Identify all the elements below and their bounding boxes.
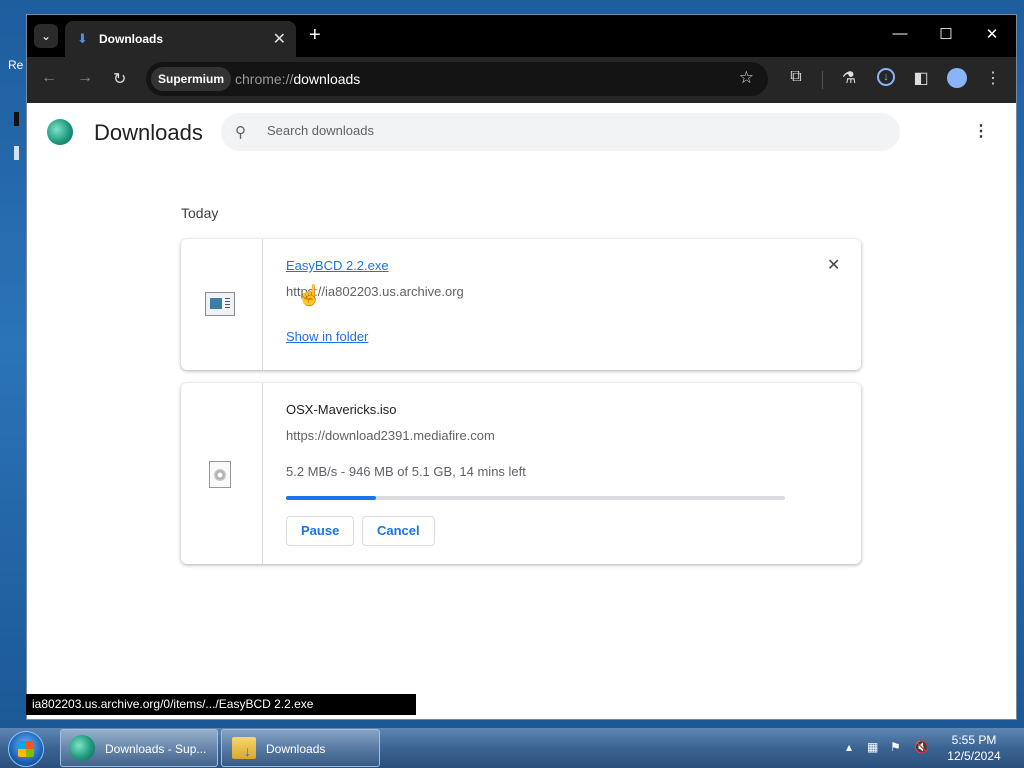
network-icon[interactable]: ▦ <box>867 740 878 754</box>
taskbar-item-label: Downloads <box>266 742 326 756</box>
toolbar-divider <box>822 71 823 89</box>
exe-file-icon <box>205 292 235 316</box>
taskbar-item-folder[interactable]: Downloads <box>221 729 380 767</box>
close-window-button[interactable]: ✕ <box>977 25 1007 43</box>
progress-bar <box>286 496 785 500</box>
file-icon-area <box>181 383 263 564</box>
taskbar-item-browser[interactable]: Downloads - Sup... <box>60 729 218 767</box>
extensions-icon[interactable]: ⧉ <box>785 68 807 86</box>
browser-window: ⌄ ⬇ Downloads ✕ + — ☐ ✕ ← → ↻ Supermium … <box>26 14 1017 720</box>
download-item: OSX-Mavericks.iso https://download2391.m… <box>181 383 861 564</box>
volume-muted-icon[interactable]: 🔇 <box>914 740 929 754</box>
action-center-flag-icon[interactable]: ⚑ <box>890 740 901 754</box>
search-input[interactable] <box>265 122 869 139</box>
remove-download-icon[interactable]: ✕ <box>827 255 840 275</box>
taskbar-item-label: Downloads - Sup... <box>105 742 207 756</box>
maximize-button[interactable]: ☐ <box>931 25 961 43</box>
address-bar[interactable]: Supermium chrome://downloads ☆ <box>146 62 768 96</box>
download-icon: ⬇ <box>77 31 88 46</box>
downloads-progress-icon[interactable]: ↓ <box>877 68 895 86</box>
search-icon: ⚲ <box>235 124 246 141</box>
toolbar: ← → ↻ Supermium chrome://downloads ☆ ⧉ ⚗… <box>27 57 1016 103</box>
desktop-fragment <box>14 146 19 160</box>
tab-close-icon[interactable]: ✕ <box>273 29 286 49</box>
tab-search-button[interactable]: ⌄ <box>34 24 58 48</box>
minimize-button[interactable]: — <box>885 25 915 42</box>
clock-time: 5:55 PM <box>951 733 997 747</box>
start-button[interactable] <box>8 731 44 767</box>
title-bar: ⌄ ⬇ Downloads ✕ + — ☐ ✕ <box>27 15 1016 57</box>
downloads-page: Downloads ⚲ ⋮ Today EasyBCD 2.2.exe http… <box>27 103 1016 719</box>
clock-date: 12/5/2024 <box>947 749 1001 763</box>
labs-flask-icon[interactable]: ⚗ <box>838 68 860 88</box>
file-icon-area <box>181 239 263 370</box>
page-title: Downloads <box>94 120 203 145</box>
search-box[interactable]: ⚲ <box>221 113 900 151</box>
cancel-button[interactable]: Cancel <box>362 516 435 546</box>
profile-chip[interactable]: Supermium <box>151 67 232 91</box>
browser-app-icon <box>69 735 95 761</box>
browser-logo <box>47 119 73 145</box>
browser-menu-icon[interactable]: ⋮ <box>982 68 1004 88</box>
side-panel-icon[interactable]: ◧ <box>910 68 932 88</box>
download-status: 5.2 MB/s - 946 MB of 5.1 GB, 14 mins lef… <box>286 464 526 479</box>
url-text[interactable]: chrome://downloads <box>235 71 360 87</box>
desktop-icon-label[interactable]: Re <box>8 58 23 72</box>
url-scheme: chrome:// <box>235 71 294 87</box>
download-item: EasyBCD 2.2.exe https://ia802203.us.arch… <box>181 239 861 370</box>
more-actions-icon[interactable]: ⋮ <box>973 121 989 141</box>
source-url: https://download2391.mediafire.com <box>286 428 495 443</box>
iso-file-icon <box>209 461 231 488</box>
forward-icon[interactable]: → <box>77 69 93 87</box>
windows-logo-icon <box>18 741 34 757</box>
taskbar: Downloads - Sup... Downloads ▴ ▦ ⚑ 🔇 5:5… <box>0 728 1024 768</box>
link-status-bar: ia802203.us.archive.org/0/items/.../Easy… <box>26 694 416 715</box>
tab-downloads[interactable]: ⬇ Downloads ✕ <box>65 21 296 57</box>
back-icon[interactable]: ← <box>41 69 57 87</box>
reload-icon[interactable]: ↻ <box>113 69 126 89</box>
download-details: EasyBCD 2.2.exe https://ia802203.us.arch… <box>286 239 861 370</box>
system-clock[interactable]: 5:55 PM 12/5/2024 <box>946 732 1002 764</box>
date-header: Today <box>181 205 219 221</box>
url-host: downloads <box>293 71 361 87</box>
desktop-fragment <box>14 112 19 126</box>
filename-link[interactable]: EasyBCD 2.2.exe <box>286 258 389 273</box>
pause-button[interactable]: Pause <box>286 516 355 546</box>
new-tab-button[interactable]: + <box>309 24 321 46</box>
progress-fill <box>286 496 376 500</box>
show-hidden-icons-icon[interactable]: ▴ <box>846 740 852 754</box>
profile-avatar[interactable] <box>947 68 967 88</box>
download-details: OSX-Mavericks.iso https://download2391.m… <box>286 383 861 564</box>
bookmark-star-icon[interactable]: ☆ <box>739 68 754 88</box>
tab-title: Downloads <box>99 32 164 46</box>
folder-icon <box>232 737 256 759</box>
show-in-folder-link[interactable]: Show in folder <box>286 329 368 344</box>
filename: OSX-Mavericks.iso <box>286 402 397 417</box>
hand-cursor-icon: ☝ <box>297 285 322 307</box>
